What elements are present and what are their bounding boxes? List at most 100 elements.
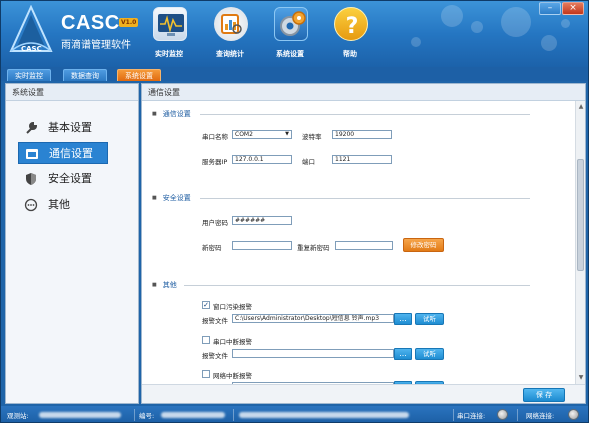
new-password-input[interactable]	[232, 241, 292, 250]
toolbar-realtime-monitor[interactable]: 实时监控	[139, 5, 199, 61]
version-badge: V1.0	[119, 18, 139, 27]
section-title-comm: 通信设置	[152, 109, 191, 119]
sidebar-item-basic-settings[interactable]: 基本设置	[18, 117, 108, 139]
app-name: CASC	[61, 12, 120, 34]
info-redacted	[239, 412, 409, 418]
port-num-label: 端口	[302, 158, 315, 166]
section-title-security: 安全设置	[152, 193, 191, 203]
server-ip-label: 服务器IP	[202, 158, 228, 166]
toolbar-label: 查询统计	[216, 50, 244, 58]
app-logo: CASC	[7, 4, 55, 59]
sidebar: 系统设置 基本设置 通信设置 安全设置 其他	[5, 83, 139, 404]
tab-realtime-monitor[interactable]: 实时监控	[7, 69, 51, 81]
sidebar-item-label: 其他	[48, 198, 70, 211]
section-divider	[184, 285, 530, 286]
monitor-icon	[153, 7, 187, 41]
chart-icon	[214, 7, 248, 41]
sidebar-item-label: 安全设置	[48, 172, 92, 185]
section-divider	[200, 198, 530, 199]
change-password-button[interactable]: 修改密码	[403, 238, 444, 252]
divider	[517, 409, 518, 421]
new-password-label: 新密码	[202, 244, 222, 252]
divider	[134, 409, 135, 421]
sidebar-item-comm-settings[interactable]: 通信设置	[18, 142, 108, 164]
alarm-file-label: 报警文件	[202, 352, 228, 360]
save-button[interactable]: 保 存	[523, 388, 565, 402]
id-label: 编号:	[139, 412, 155, 420]
decor-bubble	[441, 5, 463, 27]
toolbar-label: 帮助	[343, 50, 357, 58]
svg-text:?: ?	[346, 14, 359, 39]
toolbar-label: 实时监控	[155, 50, 183, 58]
confirm-password-label: 重复新密码	[297, 244, 330, 252]
close-button[interactable]: ×	[562, 2, 584, 15]
app-window: CASC CASC V1.0 雨滴谱管理软件 实时监控 查询统计 系统设置 ? …	[0, 0, 589, 423]
id-value-redacted	[161, 412, 225, 418]
port-num-input[interactable]: 1121	[332, 155, 392, 164]
toolbar-query-stats[interactable]: 查询统计	[200, 5, 260, 61]
port-label: 串口名称	[202, 133, 228, 141]
tab-system-settings[interactable]: 系统设置	[117, 69, 161, 81]
sidebar-title: 系统设置	[6, 84, 138, 101]
site-value-redacted	[39, 412, 121, 418]
toolbar-label: 系统设置	[276, 50, 304, 58]
decor-bubble	[541, 35, 557, 51]
sidebar-item-label: 通信设置	[49, 147, 93, 160]
wrench-icon	[24, 121, 38, 135]
serial-status-led-icon	[497, 409, 508, 420]
sidebar-item-security-settings[interactable]: 安全设置	[18, 168, 108, 190]
toolbar-help[interactable]: ? 帮助	[320, 5, 380, 61]
checkbox-label: 窗口污染报警	[213, 303, 252, 311]
serial-interrupt-alarm-checkbox[interactable]	[202, 336, 210, 344]
app-subtitle: 雨滴谱管理软件	[61, 40, 131, 51]
page-title: 通信设置	[142, 84, 585, 101]
comm-icon	[25, 147, 39, 161]
checkbox-label: 网络中断报警	[213, 372, 252, 380]
sidebar-item-label: 基本设置	[48, 121, 92, 134]
gear-icon	[274, 7, 308, 41]
main-panel: 通信设置 通信设置 串口名称 COM2 ▼ 波特率 19200 服务器IP 12…	[141, 83, 586, 404]
sidebar-item-other[interactable]: 其他	[18, 194, 108, 216]
scrollbar-thumb[interactable]	[577, 159, 584, 271]
header: CASC CASC V1.0 雨滴谱管理软件 实时监控 查询统计 系统设置 ? …	[1, 1, 588, 67]
divider	[453, 409, 454, 421]
user-password-label: 用户密码	[202, 219, 228, 227]
browse-button[interactable]: ...	[394, 348, 412, 360]
port-select-value: COM2	[235, 131, 253, 138]
alarm-file-label: 报警文件	[202, 317, 228, 325]
minimize-button[interactable]: –	[539, 2, 561, 15]
site-label: 观测站:	[7, 412, 29, 420]
decor-bubble	[411, 37, 421, 47]
tab-data-query[interactable]: 数据查询	[63, 69, 107, 81]
vertical-scrollbar[interactable]: ▲ ▼	[575, 101, 585, 384]
alarm-file-input[interactable]	[232, 349, 394, 358]
serial-status-label: 串口连接:	[457, 412, 486, 420]
more-icon	[24, 198, 38, 212]
test-listen-button[interactable]: 试听	[415, 348, 444, 360]
network-status-label: 网络连接:	[526, 412, 555, 420]
decor-bubble	[561, 19, 570, 28]
panel-footer: 保 存	[142, 384, 585, 403]
window-pollution-alarm-checkbox[interactable]: ✓	[202, 301, 210, 309]
test-listen-button[interactable]: 试听	[415, 313, 444, 325]
shield-icon	[24, 172, 38, 186]
scroll-up-arrow-icon[interactable]: ▲	[577, 103, 585, 111]
section-title-other: 其他	[152, 280, 177, 290]
baud-input[interactable]: 19200	[332, 130, 392, 139]
decor-bubble	[471, 21, 483, 33]
alarm-file-input[interactable]: C:\Users\Administrator\Desktop\短信息 铃声.mp…	[232, 314, 394, 323]
toolbar-system-settings[interactable]: 系统设置	[260, 5, 320, 61]
checkbox-label: 串口中断报警	[213, 338, 252, 346]
window-controls: – ×	[539, 2, 587, 17]
divider	[233, 409, 234, 421]
network-interrupt-alarm-checkbox[interactable]	[202, 370, 210, 378]
section-divider	[200, 114, 530, 115]
port-select[interactable]: COM2 ▼	[232, 130, 292, 139]
chevron-down-icon: ▼	[285, 131, 289, 137]
scroll-down-arrow-icon[interactable]: ▼	[577, 374, 585, 382]
user-password-input[interactable]: ######	[232, 216, 292, 225]
confirm-password-input[interactable]	[335, 241, 393, 250]
browse-button[interactable]: ...	[394, 313, 412, 325]
server-ip-input[interactable]: 127.0.0.1	[232, 155, 292, 164]
baud-label: 波特率	[302, 133, 322, 141]
